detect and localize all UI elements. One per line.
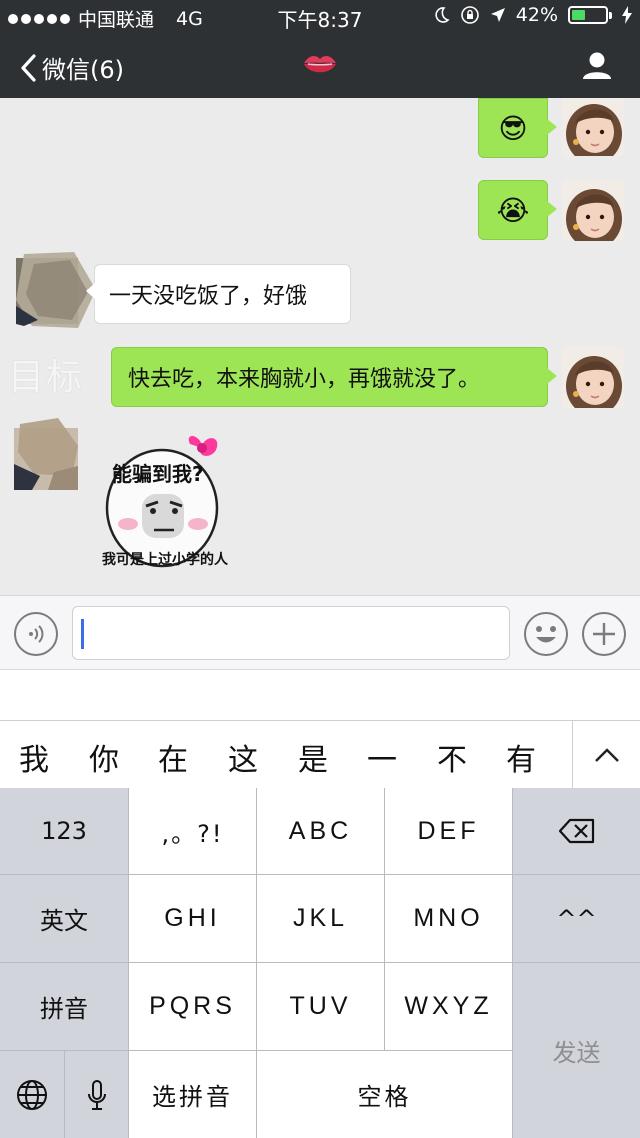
keyboard: 123 ,。?! ABC DEF 英文 GHI JKL MNO ^^ 拼音 PQ… — [0, 788, 640, 1138]
key-def[interactable]: DEF — [385, 788, 512, 874]
key-pinyin[interactable]: 拼音 — [0, 963, 128, 1050]
send-key[interactable]: 发送 — [513, 963, 640, 1138]
voice-button[interactable] — [14, 612, 58, 656]
location-arrow-icon — [490, 8, 505, 22]
candidate-word[interactable]: 不 — [432, 735, 472, 779]
battery-percent: 42% — [515, 4, 558, 26]
backspace-icon — [558, 818, 594, 844]
key-jkl[interactable]: JKL — [257, 875, 384, 962]
candidate-word[interactable]: 你 — [84, 735, 124, 779]
key-mno[interactable]: MNO — [385, 875, 512, 962]
avatar-self[interactable] — [562, 98, 624, 156]
avatar-self[interactable] — [562, 179, 624, 241]
avatar-other[interactable] — [14, 250, 96, 328]
emoji-button[interactable] — [524, 612, 568, 656]
message-bubble-emoji[interactable]: 😎 — [478, 98, 557, 158]
key-abc[interactable]: ABC — [257, 788, 384, 874]
key-pqrs[interactable]: PQRS — [129, 963, 256, 1050]
girl-avatar-icon — [562, 98, 624, 156]
message-input[interactable] — [72, 606, 510, 660]
avatar-self[interactable] — [562, 346, 624, 408]
sticker-bottom-text: 我可是上过小学的人 — [102, 552, 228, 568]
plus-icon — [593, 623, 615, 645]
mic-icon — [87, 1079, 106, 1110]
key-select-pinyin[interactable]: 选拼音 — [129, 1051, 256, 1138]
back-button[interactable]: 微信(6) — [20, 50, 124, 85]
status-bar: 中国联通 4G 下午8:37 42% — [0, 0, 640, 32]
nav-bar: 微信(6) — [0, 32, 640, 98]
key-123[interactable]: 123 — [0, 788, 128, 874]
back-label: 微信(6) — [42, 56, 124, 84]
voice-icon — [29, 625, 44, 643]
key-emoticon[interactable]: ^^ — [513, 875, 640, 962]
blurred-avatar-icon — [14, 418, 78, 490]
message-bubble-text[interactable]: 一天没吃饭了，好饿 — [86, 264, 351, 324]
moon-icon — [435, 7, 450, 23]
candidate-word[interactable]: 有 — [501, 735, 541, 779]
battery-icon — [568, 6, 612, 24]
message-text: 快去吃，本来胸就小，再饿就没了。 — [128, 367, 481, 392]
top-bar: 中国联通 4G 下午8:37 42% 微信(6) — [0, 0, 640, 98]
mic-key[interactable] — [65, 1051, 128, 1138]
key-ghi[interactable]: GHI — [129, 875, 256, 962]
charging-icon — [622, 6, 632, 24]
candidate-word[interactable]: 我 — [14, 735, 54, 779]
keyboard-spacer — [0, 670, 640, 720]
key-english[interactable]: 英文 — [0, 875, 128, 962]
sunglasses-emoji: 😎 — [498, 111, 528, 145]
girl-avatar-icon — [562, 346, 624, 408]
chat-area[interactable]: 😎 😭 一天没吃饭了，好饿 目标 快去吃，本来胸就小，再饿就没了。 能骗到我? … — [0, 98, 640, 595]
message-bubble-text[interactable]: 快去吃，本来胸就小，再饿就没了。 — [111, 347, 557, 407]
candidate-word[interactable]: 在 — [153, 735, 193, 779]
key-tuv[interactable]: TUV — [257, 963, 384, 1050]
sticker-message[interactable]: 能骗到我? 我可是上过小学的人 — [98, 432, 254, 582]
candidate-word[interactable]: 是 — [293, 735, 333, 779]
status-right: 42% — [432, 4, 632, 26]
sticker-top-text: 能骗到我? — [112, 462, 204, 486]
chevron-left-icon — [21, 53, 36, 82]
delete-key[interactable] — [513, 788, 640, 874]
message-bubble-emoji[interactable]: 😭 — [478, 180, 557, 240]
message-text: 一天没吃饭了，好饿 — [109, 284, 308, 309]
crying-emoji: 😭 — [496, 193, 530, 227]
space-key[interactable]: 空格 — [257, 1051, 512, 1138]
collapse-candidates-button[interactable] — [572, 721, 640, 789]
plus-button[interactable] — [582, 612, 626, 656]
key-punctuation[interactable]: ,。?! — [129, 788, 256, 874]
input-bar — [0, 595, 640, 670]
smiley-icon — [536, 626, 556, 643]
key-wxyz[interactable]: WXYZ — [385, 963, 512, 1050]
watermark-text: 目标 — [8, 357, 85, 398]
candidate-word[interactable]: 这 — [223, 735, 263, 779]
text-caret — [81, 619, 84, 649]
person-icon[interactable] — [582, 50, 612, 80]
lips-icon — [304, 56, 336, 73]
candidate-bar: 我 你 在 这 是 一 不 有 — [0, 720, 640, 789]
chevron-up-icon — [594, 748, 619, 762]
girl-avatar-icon — [562, 179, 624, 241]
globe-key[interactable] — [0, 1051, 64, 1138]
candidate-word[interactable]: 一 — [362, 735, 402, 779]
globe-icon — [17, 1079, 47, 1110]
avatar-other[interactable] — [14, 416, 78, 492]
rotation-lock-icon — [460, 6, 479, 24]
